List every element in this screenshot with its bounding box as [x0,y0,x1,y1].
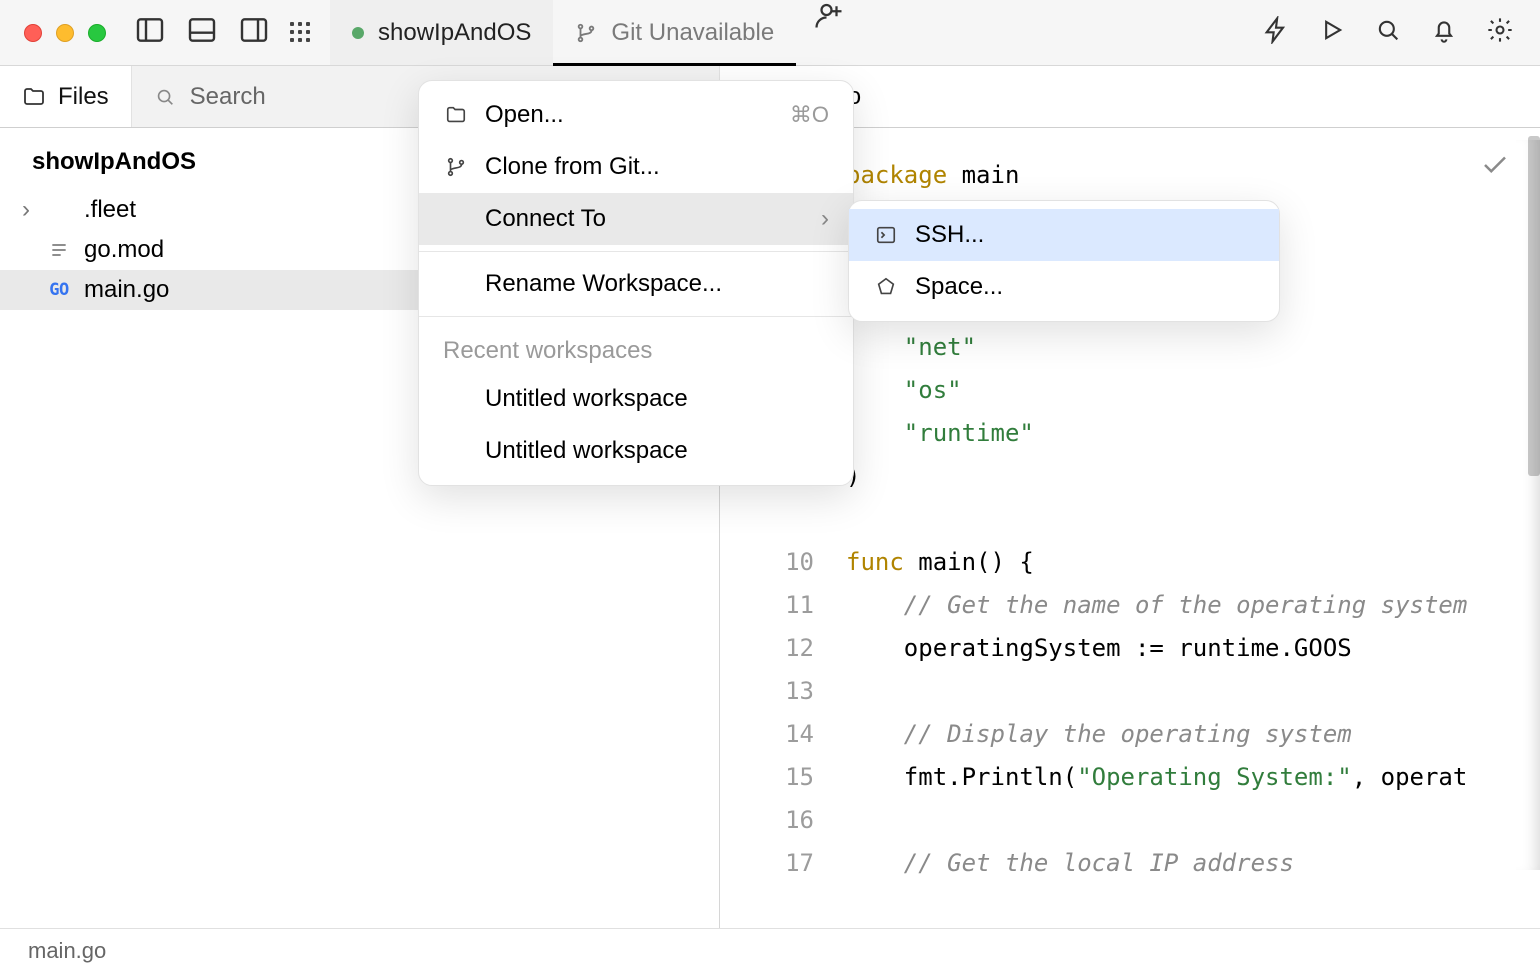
menu-open[interactable]: Open... ⌘O [419,89,853,141]
add-collaborator-icon[interactable] [814,0,844,65]
menu-shortcut: ⌘O [790,102,829,128]
bell-icon[interactable] [1430,16,1458,49]
window-controls [0,24,106,42]
panel-bottom-icon[interactable] [186,14,218,51]
menu-item-label: Space... [915,273,1003,301]
tree-item-label: go.mod [84,236,164,264]
submenu-ssh[interactable]: SSH... [849,209,1279,261]
menu-recent-workspace[interactable]: Untitled workspace [419,425,853,477]
menu-rename-workspace[interactable]: Rename Workspace... [419,258,853,310]
panel-right-icon[interactable] [238,14,270,51]
menu-separator [419,316,853,317]
menu-heading-recent: Recent workspaces [419,323,853,373]
files-tool-tab[interactable]: Files [0,66,131,127]
fullscreen-window-icon[interactable] [88,24,106,42]
magnifier-icon [154,86,176,108]
menu-item-label: SSH... [915,221,984,249]
chevron-right-icon: › [18,196,34,224]
status-bar: main.go [0,928,1540,972]
tab-underline [553,63,796,66]
git-tab-label: Git Unavailable [611,19,774,47]
menu-separator [419,251,853,252]
tree-item-label: .fleet [84,196,136,224]
folder-icon [22,85,46,109]
git-tab[interactable]: Git Unavailable [553,0,796,65]
search-icon[interactable] [1374,16,1402,49]
terminal-icon [873,224,899,246]
menu-item-label: Connect To [485,205,606,233]
search-placeholder: Search [190,83,266,111]
menu-clone-git[interactable]: Clone from Git... [419,141,853,193]
close-window-icon[interactable] [24,24,42,42]
menu-item-label: Untitled workspace [485,385,688,413]
status-dot-icon [352,27,364,39]
bolt-icon[interactable] [1262,16,1290,49]
chevron-right-icon: › [821,205,829,233]
git-branch-icon [575,22,597,44]
menu-item-label: Open... [485,101,564,129]
panel-toggle-group [134,14,312,51]
menu-item-label: Clone from Git... [485,153,660,181]
text-file-icon [46,240,72,260]
menu-recent-workspace[interactable]: Untitled workspace [419,373,853,425]
folder-icon [443,104,469,126]
titlebar: showIpAndOS Git Unavailable [0,0,1540,66]
git-branch-icon [443,156,469,178]
status-path: main.go [28,938,106,964]
menu-item-label: Rename Workspace... [485,270,722,298]
files-label: Files [58,83,109,111]
titlebar-actions [1262,16,1540,49]
panel-left-icon[interactable] [134,14,166,51]
minimize-window-icon[interactable] [56,24,74,42]
apps-grid-icon[interactable] [290,22,312,44]
go-file-icon: GO [49,280,68,300]
menu-connect-to[interactable]: Connect To › [419,193,853,245]
gear-icon[interactable] [1486,16,1514,49]
workspace-tab-label: showIpAndOS [378,19,531,47]
space-icon [873,276,899,298]
submenu-space[interactable]: Space... [849,261,1279,313]
connect-to-submenu: SSH... Space... [848,200,1280,322]
menu-item-label: Untitled workspace [485,437,688,465]
run-icon[interactable] [1318,16,1346,49]
workspace-tab[interactable]: showIpAndOS [330,0,553,65]
tree-item-label: main.go [84,276,169,304]
title-tabs: showIpAndOS Git Unavailable [330,0,844,65]
workspace-menu: Open... ⌘O Clone from Git... Connect To … [418,80,854,486]
